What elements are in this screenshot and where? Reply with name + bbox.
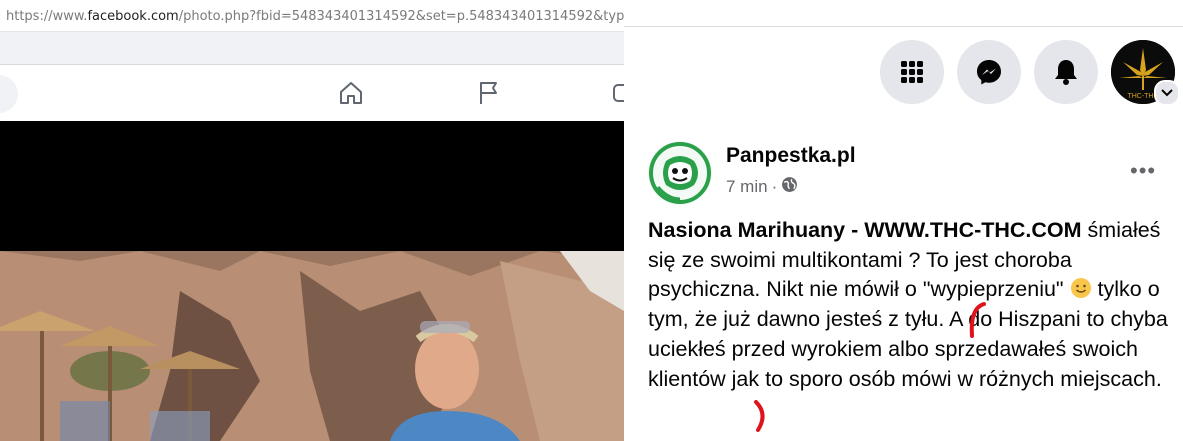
post-link[interactable]: Nasiona Marihuany - WWW.THC-THC.COM: [648, 218, 1082, 242]
more-options-icon[interactable]: •••: [1130, 158, 1156, 184]
facebook-top-nav: [0, 65, 624, 121]
bell-icon[interactable]: [1034, 40, 1098, 104]
photo-letterbox: [0, 121, 624, 251]
address-bar[interactable]: https://www.facebook.com/photo.php?fbid=…: [0, 0, 624, 32]
post-body: Nasiona Marihuany - WWW.THC-THC.COM śmia…: [648, 216, 1178, 394]
url-prefix: https://www.: [6, 9, 88, 24]
annotation-mark-1: [969, 302, 986, 338]
page-avatar[interactable]: [648, 141, 712, 205]
browser-toolbar-strip: [0, 32, 624, 65]
messenger-icon[interactable]: [957, 40, 1021, 104]
post-panel: THC-THC Panpestka.pl 7 min · ••• Nasiona…: [624, 0, 1183, 441]
post-photo[interactable]: [0, 251, 624, 441]
post-meta: 7 min ·: [726, 176, 798, 198]
url-host: facebook.com: [87, 9, 179, 24]
post-author[interactable]: Panpestka.pl: [726, 144, 856, 168]
meta-separator: ·: [771, 177, 778, 196]
search-field[interactable]: [0, 75, 18, 113]
url-path: /photo.php?fbid=548343401314592&set=p.54…: [178, 9, 624, 24]
gaming-icon[interactable]: [610, 79, 624, 109]
flag-icon[interactable]: [474, 79, 504, 109]
top-strip: [624, 0, 1183, 27]
chevron-down-icon[interactable]: [1154, 80, 1180, 106]
home-icon[interactable]: [337, 79, 367, 109]
smile-emoji: [1070, 278, 1091, 299]
public-globe-icon: [781, 176, 798, 198]
menu-grid-icon[interactable]: [880, 40, 944, 104]
annotation-mark-2: [754, 400, 765, 432]
post-time[interactable]: 7 min: [726, 177, 768, 197]
